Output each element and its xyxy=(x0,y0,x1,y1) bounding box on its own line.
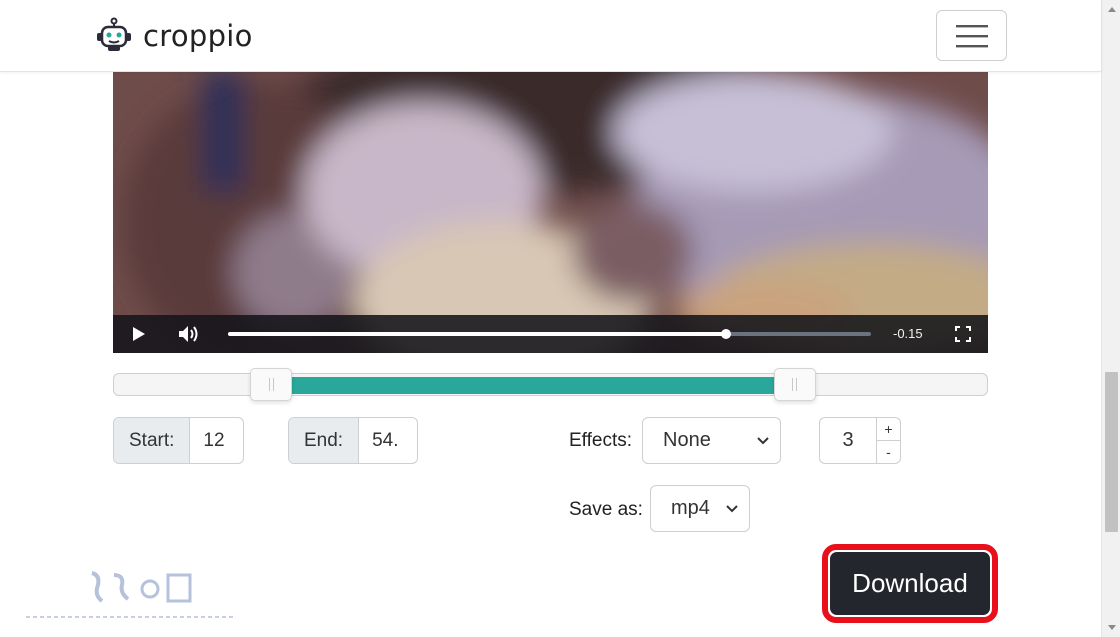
end-label: End: xyxy=(289,418,360,463)
scroll-up-button[interactable] xyxy=(1102,0,1120,18)
effects-select[interactable]: None xyxy=(642,417,781,464)
play-button[interactable] xyxy=(127,324,151,344)
video-player[interactable]: -0.15 xyxy=(113,72,988,353)
page: { "app": { "brand": "croppio" }, "player… xyxy=(0,0,1120,637)
video-controls: -0.15 xyxy=(113,315,988,353)
chevron-down-icon xyxy=(757,437,769,445)
seek-bar-progress xyxy=(228,332,727,336)
scrollbar-thumb[interactable] xyxy=(1105,372,1118,532)
caret-down-icon xyxy=(1107,625,1116,630)
scroll-down-button[interactable] xyxy=(1102,619,1120,637)
start-label: Start: xyxy=(114,418,191,463)
format-selected-value: mp4 xyxy=(671,497,710,519)
video-frame xyxy=(113,72,988,353)
brand-name: croppio xyxy=(143,19,253,53)
decrement-button[interactable]: - xyxy=(876,440,901,464)
trim-start-handle[interactable] xyxy=(250,368,293,401)
time-remaining: -0.15 xyxy=(893,326,923,341)
chevron-down-icon xyxy=(726,505,738,513)
format-select[interactable]: mp4 xyxy=(650,485,750,532)
fullscreen-icon xyxy=(955,326,971,342)
trim-end-handle[interactable] xyxy=(773,368,816,401)
caret-up-icon xyxy=(1107,7,1116,12)
seek-bar[interactable] xyxy=(228,329,871,339)
volume-icon xyxy=(179,326,198,342)
download-button[interactable]: Download xyxy=(830,552,990,615)
watermark-logo xyxy=(26,571,236,618)
effect-amount-input[interactable]: 3 xyxy=(819,417,877,464)
effects-label: Effects: xyxy=(569,430,633,451)
robot-logo-icon xyxy=(97,17,131,51)
fullscreen-button[interactable] xyxy=(952,324,974,344)
end-time-input[interactable]: 54. xyxy=(359,418,411,463)
play-icon xyxy=(133,327,145,341)
trim-range-selection xyxy=(271,377,795,394)
increment-button[interactable]: + xyxy=(876,417,901,441)
hamburger-menu-button[interactable] xyxy=(936,10,1007,61)
save-as-label: Save as: xyxy=(569,499,643,520)
start-time-group: Start: 12 xyxy=(113,417,244,464)
hamburger-menu-icon xyxy=(955,24,988,47)
page-scrollbar[interactable] xyxy=(1101,0,1120,637)
volume-button[interactable] xyxy=(177,324,201,344)
brand[interactable]: croppio xyxy=(95,16,253,56)
effects-selected-value: None xyxy=(663,429,711,451)
end-time-group: End: 54. xyxy=(288,417,418,464)
start-time-input[interactable]: 12 xyxy=(190,418,237,463)
seek-bar-knob[interactable] xyxy=(721,329,732,339)
top-navbar: croppio xyxy=(0,0,1101,72)
trim-range-slider[interactable] xyxy=(113,368,988,401)
